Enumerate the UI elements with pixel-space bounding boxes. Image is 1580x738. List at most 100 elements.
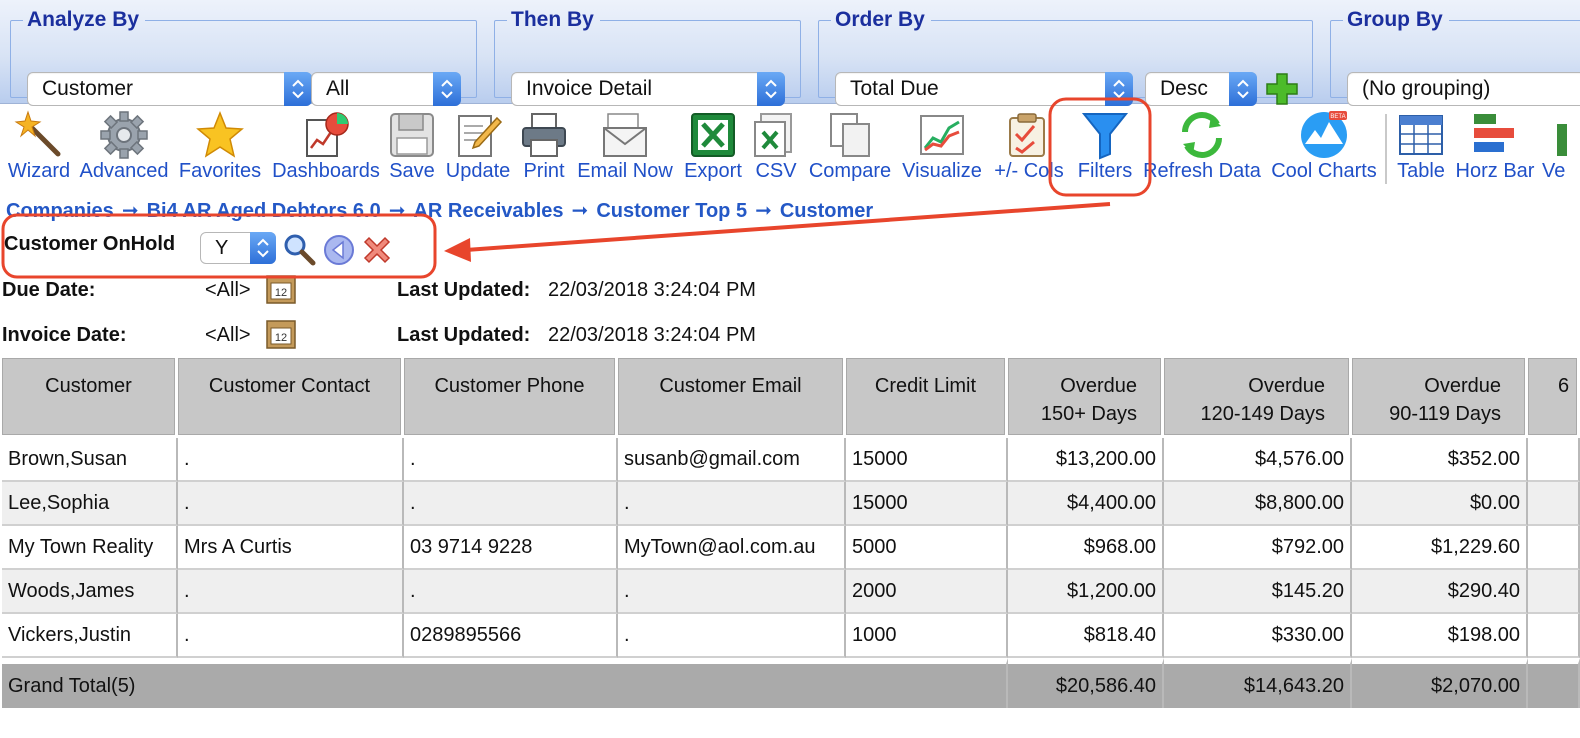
breadcrumb-item[interactable]: Bi4 AR Aged Debtors 6.0 <box>147 200 381 223</box>
horizontal-bar-icon <box>1474 114 1514 152</box>
group-by-group: Group By (No grouping) <box>1330 8 1580 106</box>
table-cell: Brown,Susan <box>2 438 178 482</box>
group-by-select[interactable]: (No grouping) <box>1347 72 1580 106</box>
analyze-by-select[interactable]: Customer <box>27 72 312 106</box>
table-header-row: Customer Customer Contact Customer Phone Cu… <box>2 358 1580 438</box>
print-button[interactable]: Print <box>516 104 572 190</box>
export-button[interactable]: Export <box>678 104 748 190</box>
csv-button[interactable]: CSV <box>750 104 802 190</box>
grand-total-value: $2,070.00 <box>1352 658 1528 708</box>
breadcrumb-item[interactable]: Companies <box>6 200 114 223</box>
breadcrumb-item[interactable]: AR Receivables <box>413 200 563 223</box>
save-button[interactable]: Save <box>386 104 438 190</box>
back-icon[interactable] <box>322 233 356 267</box>
tool-label: Horz Bar <box>1455 160 1535 182</box>
table-cell: . <box>178 570 404 614</box>
table-row[interactable]: Vickers,Justin. 0289895566. 1000 $818.40 $33… <box>2 614 1580 658</box>
vertical-bar-button[interactable]: Ve <box>1540 104 1580 190</box>
table-cell <box>1528 526 1580 570</box>
email-now-button[interactable]: Email Now <box>574 104 676 190</box>
search-icon[interactable] <box>282 232 316 266</box>
wizard-button[interactable]: Wizard <box>4 104 74 190</box>
table-button[interactable]: Table <box>1392 104 1450 190</box>
table-cell: $792.00 <box>1164 526 1352 570</box>
tool-label: Favorites <box>178 160 262 182</box>
filter-value-select[interactable]: Y <box>200 232 276 264</box>
column-header[interactable]: 6 <box>1528 358 1580 438</box>
filter-label: Customer OnHold <box>4 233 176 255</box>
group-by-value: (No grouping) <box>1362 77 1491 100</box>
breadcrumb-item[interactable]: Customer Top 5 <box>596 200 747 223</box>
favorites-button[interactable]: Favorites <box>174 104 266 190</box>
calendar-icon[interactable]: 12 <box>265 273 297 305</box>
column-header-text: Credit Limit <box>874 375 977 397</box>
table-row[interactable]: Brown,Susan.. susanb@gmail.com 15000 $13,20… <box>2 438 1580 482</box>
table-row[interactable]: Lee,Sophia... 15000 $4,400.00 $8,800.00 $0.0… <box>2 482 1580 526</box>
printer-icon <box>522 113 566 157</box>
beta-badge: BETA <box>1330 114 1345 120</box>
tool-label: Save <box>389 160 435 182</box>
calendar-day: 12 <box>275 287 287 299</box>
tool-label: Export <box>684 160 742 182</box>
column-header-text: Customer <box>45 375 132 397</box>
clear-filter-icon[interactable] <box>360 233 394 267</box>
column-header[interactable]: Overdue 150+ Days <box>1008 358 1164 438</box>
arrow-right-icon: ➞ <box>121 200 139 222</box>
table-cell: My Town Reality <box>2 526 178 570</box>
invoice-date-updated-label: Last Updated: <box>397 324 531 346</box>
add-remove-cols-button[interactable]: +/- Cols <box>988 104 1070 190</box>
grand-total-value: $20,586.40 <box>1008 658 1164 708</box>
table-cell: . <box>618 570 846 614</box>
breadcrumb-item[interactable]: Customer <box>780 200 873 223</box>
column-header[interactable]: Customer <box>2 358 178 438</box>
select-stepper-icon <box>1105 72 1133 106</box>
table-cell: 1000 <box>846 614 1008 658</box>
filters-button[interactable]: Filters <box>1072 104 1138 190</box>
invoice-date-label: Invoice Date: <box>2 324 127 346</box>
table-row[interactable]: My Town Reality Mrs A Curtis 03 9714 9228 M… <box>2 526 1580 570</box>
table-cell: 2000 <box>846 570 1008 614</box>
table-cell: MyTown@aol.com.au <box>618 526 846 570</box>
select-stepper-icon <box>757 72 785 106</box>
refresh-data-button[interactable]: Refresh Data <box>1140 104 1264 190</box>
table-row[interactable]: Woods,James... 2000 $1,200.00 $145.20 $290.4… <box>2 570 1580 614</box>
order-direction-select[interactable]: Desc <box>1145 72 1257 106</box>
then-by-select[interactable]: Invoice Detail <box>511 72 785 106</box>
dashboards-button[interactable]: Dashboards <box>268 104 384 190</box>
table-cell <box>1528 482 1580 526</box>
analyze-scope-select[interactable]: All <box>311 72 461 106</box>
compare-button[interactable]: Compare <box>804 104 896 190</box>
order-by-select[interactable]: Total Due <box>835 72 1133 106</box>
due-date-updated-value: 22/03/2018 3:24:04 PM <box>548 279 756 301</box>
floppy-icon <box>390 113 434 157</box>
advanced-button[interactable]: Advanced <box>76 104 172 190</box>
column-header[interactable]: Customer Email <box>618 358 846 438</box>
column-header[interactable]: Customer Contact <box>178 358 404 438</box>
table-cell: $4,400.00 <box>1008 482 1164 526</box>
table-cell: $198.00 <box>1352 614 1528 658</box>
then-by-value: Invoice Detail <box>526 77 653 100</box>
table-cell: 5000 <box>846 526 1008 570</box>
column-header[interactable]: Credit Limit <box>846 358 1008 438</box>
column-header-text: 6 <box>1558 375 1570 397</box>
visualize-button[interactable]: Visualize <box>898 104 986 190</box>
update-button[interactable]: Update <box>442 104 514 190</box>
tool-label: Compare <box>808 160 892 182</box>
cool-charts-button[interactable]: BETA Cool Charts <box>1266 104 1382 190</box>
tool-label: Cool Charts <box>1271 160 1377 182</box>
calendar-icon[interactable]: 12 <box>265 318 297 350</box>
csv-icon <box>754 113 792 157</box>
calendar-day: 12 <box>275 332 287 344</box>
order-by-label: Order By <box>835 8 925 31</box>
column-header[interactable]: Customer Phone <box>404 358 618 438</box>
column-header[interactable]: Overdue 120-149 Days <box>1164 358 1352 438</box>
horz-bar-button[interactable]: Horz Bar <box>1452 104 1538 190</box>
table-cell: susanb@gmail.com <box>618 438 846 482</box>
tool-label: CSV <box>755 160 797 182</box>
dashboard-icon <box>306 112 349 157</box>
table-cell <box>1528 570 1580 614</box>
table-cell: Mrs A Curtis <box>178 526 404 570</box>
add-order-plus-icon[interactable] <box>1265 72 1299 106</box>
column-header[interactable]: Overdue 90-119 Days <box>1352 358 1528 438</box>
table-cell: $290.40 <box>1352 570 1528 614</box>
